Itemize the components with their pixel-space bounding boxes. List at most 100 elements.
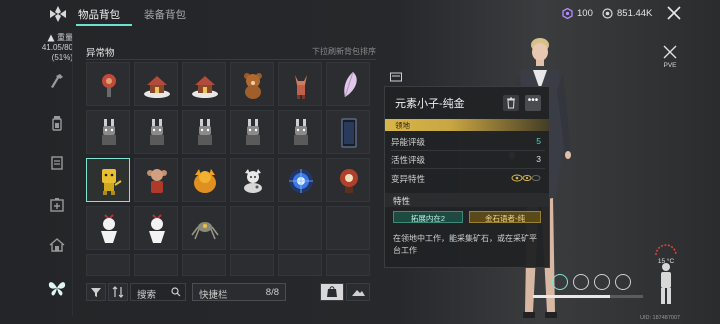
- inventory-slot-empty[interactable]: [230, 206, 274, 250]
- teddy-bear-icon: [244, 73, 262, 99]
- snow-cabin-icon: [144, 76, 170, 98]
- header-divider: [86, 59, 376, 60]
- view-toggle-items[interactable]: [320, 283, 344, 301]
- medkit-icon[interactable]: [48, 196, 66, 214]
- inventory-slot[interactable]: [86, 206, 130, 250]
- stat-row-ability: 异能评级 5: [391, 133, 545, 149]
- inventory-slot[interactable]: [278, 110, 322, 154]
- weight-percent: (51%): [51, 53, 73, 62]
- search-input[interactable]: 搜索: [130, 283, 186, 301]
- mode-indicator[interactable]: PVE: [660, 44, 680, 69]
- inventory-slot[interactable]: [230, 62, 274, 106]
- item-source-icon: [390, 72, 402, 82]
- stamina-bar: [533, 295, 643, 298]
- trait-chip[interactable]: 拓展内在2: [393, 211, 463, 223]
- flask-icon[interactable]: [48, 114, 66, 132]
- item-name: 元素小子-纯金: [395, 98, 465, 110]
- inventory-slot-empty[interactable]: [86, 254, 130, 276]
- close-icon[interactable]: [664, 3, 684, 23]
- more-options-button[interactable]: •••: [525, 95, 541, 111]
- inventory-slot-empty[interactable]: [134, 254, 178, 276]
- menu-logo-icon[interactable]: [48, 4, 68, 24]
- inventory-slot-empty[interactable]: [230, 254, 274, 276]
- stat-value: 5: [536, 136, 541, 146]
- game-screen: 物品背包 装备背包 100 851.44K 重量 41.05/80 (51%) …: [0, 0, 720, 324]
- row-divider: [391, 168, 545, 169]
- blue-energy-icon: [289, 169, 313, 193]
- traits-section-title: 特性: [385, 193, 549, 207]
- sort-button[interactable]: [108, 283, 128, 301]
- spider-bot-icon: [191, 222, 219, 240]
- filter-button[interactable]: [86, 283, 106, 301]
- gem-currency: 100: [562, 8, 593, 19]
- mountain-icon: [352, 290, 365, 296]
- list-icon[interactable]: [48, 154, 66, 172]
- item-detail-panel: 元素小子-纯金 ••• 领地 异能评级 5 活性评级 3 变异特性 特性 拓展内…: [384, 86, 550, 268]
- energy-status-icon[interactable]: [594, 274, 610, 290]
- inventory-slot[interactable]: [182, 110, 226, 154]
- inventory-refresh-hint: 下拉刷新背包排序: [312, 47, 376, 56]
- stat-label: 变异特性: [391, 174, 426, 184]
- inventory-slot[interactable]: [326, 110, 370, 154]
- user-id: UID: 187487007: [640, 315, 681, 321]
- inventory-slot[interactable]: [230, 158, 274, 202]
- temperature-arc-icon: [655, 244, 677, 256]
- inventory-slot[interactable]: [134, 62, 178, 106]
- inventory-slot[interactable]: [326, 62, 370, 106]
- gem-amount: 100: [577, 8, 593, 19]
- inventory-slot-empty[interactable]: [278, 206, 322, 250]
- weight-label: 重量: [57, 33, 73, 42]
- quickbar-count: 8/8: [265, 287, 279, 298]
- inventory-slot-empty[interactable]: [182, 254, 226, 276]
- food-status-icon[interactable]: [573, 274, 589, 290]
- inventory-slot[interactable]: [326, 158, 370, 202]
- inventory-slot[interactable]: [134, 110, 178, 154]
- inventory-slot-empty[interactable]: [326, 206, 370, 250]
- filter-icon: [91, 288, 101, 297]
- fox-figure-icon: [295, 75, 307, 99]
- inventory-header: 异常物 下拉刷新背包排序: [86, 45, 376, 59]
- weight-value: 41.05/80: [41, 43, 73, 52]
- inventory-slot[interactable]: [86, 62, 130, 106]
- red-monkey-icon: [147, 169, 167, 193]
- red-lamp-icon: [340, 169, 358, 193]
- inventory-slot[interactable]: [182, 62, 226, 106]
- white-cat-icon: [244, 169, 262, 193]
- health-status-icon[interactable]: [615, 274, 631, 290]
- stat-value: 3: [536, 154, 541, 164]
- inventory-category-title: 异常物: [86, 48, 115, 59]
- tab-items-bag[interactable]: 物品背包: [78, 7, 120, 22]
- rabbit-bot-icon: [246, 119, 260, 145]
- inventory-slot[interactable]: [278, 158, 322, 202]
- top-bar: 物品背包 装备背包 100 851.44K: [0, 0, 720, 28]
- inventory-slot[interactable]: [134, 158, 178, 202]
- yellow-creature-icon: [102, 169, 122, 195]
- inventory-slot[interactable]: [134, 206, 178, 250]
- home-icon[interactable]: [48, 236, 66, 254]
- search-icon: [171, 287, 181, 297]
- item-tag: 领地: [385, 119, 549, 131]
- snow-cabin-icon: [192, 76, 218, 98]
- inventory-slot[interactable]: [182, 158, 226, 202]
- mode-label: PVE: [663, 62, 677, 69]
- mutation-eyes-icon: [511, 174, 541, 182]
- trait-chip[interactable]: 金石语者-纯: [469, 211, 541, 223]
- quickbar-label: 快捷栏: [199, 290, 228, 301]
- inventory-slot-selected[interactable]: [86, 158, 130, 202]
- water-status-icon[interactable]: [552, 274, 568, 290]
- inventory-slot[interactable]: [86, 110, 130, 154]
- inventory-slot[interactable]: [182, 206, 226, 250]
- body-status-icon[interactable]: [655, 262, 677, 306]
- discard-button[interactable]: [503, 95, 519, 111]
- butterfly-icon[interactable]: [47, 278, 67, 298]
- inventory-slot-empty[interactable]: [278, 254, 322, 276]
- quickbar-button[interactable]: 快捷栏 8/8: [192, 283, 286, 301]
- inventory-slot[interactable]: [278, 62, 322, 106]
- weight-indicator: 重量 41.05/80 (51%): [33, 33, 73, 63]
- wrench-icon[interactable]: [48, 72, 66, 90]
- view-toggle-scene[interactable]: [346, 283, 370, 301]
- tab-equipment-bag[interactable]: 装备背包: [144, 7, 186, 22]
- rabbit-bot-icon: [198, 119, 212, 145]
- inventory-slot[interactable]: [230, 110, 274, 154]
- inventory-slot-empty[interactable]: [326, 254, 370, 276]
